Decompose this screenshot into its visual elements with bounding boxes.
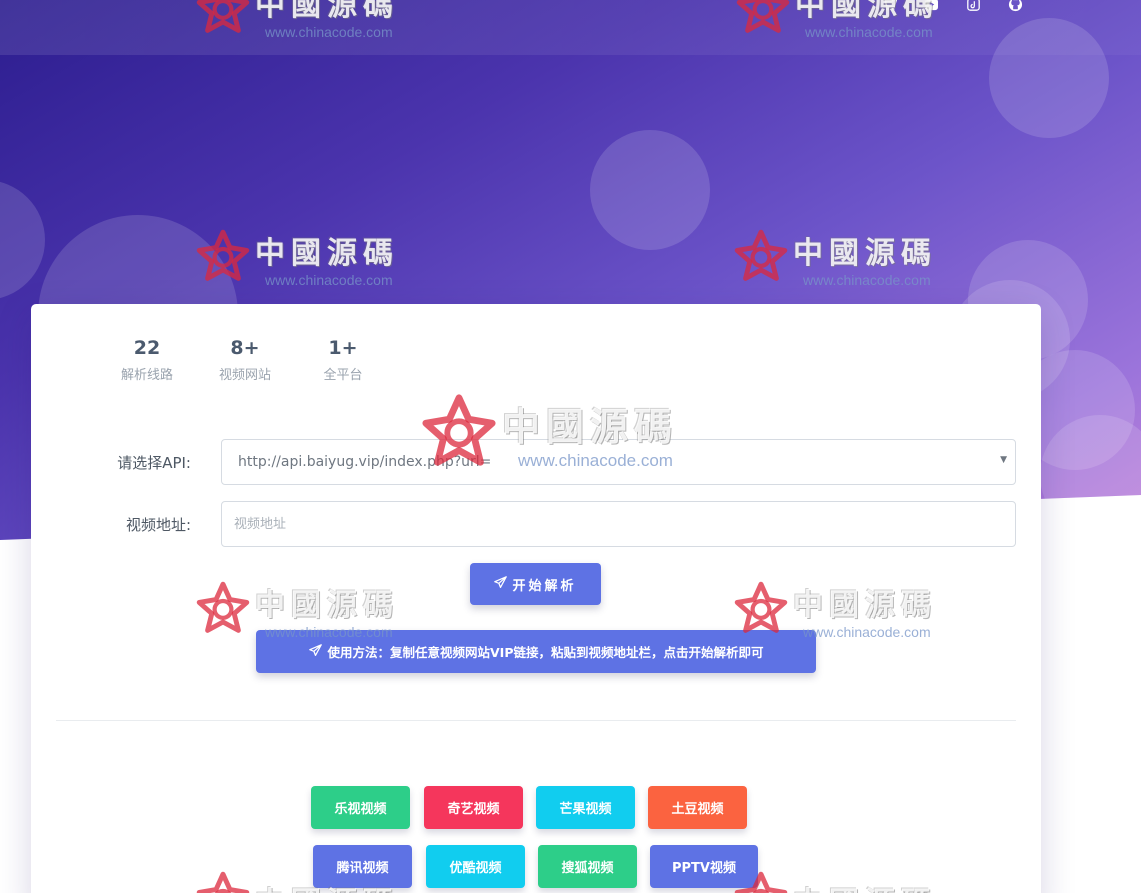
site-button-label: 芒果视频	[559, 802, 612, 817]
stat-value: 1+	[328, 337, 358, 359]
decor-circle	[590, 130, 710, 250]
usage-alert: 使用方法：复制任意视频网站VIP链接，粘贴到视频地址栏，点击开始解析即可	[256, 630, 816, 673]
stat-sites: 8+ 视频网站	[217, 336, 273, 383]
page: 22 解析线路 8+ 视频网站 1+ 全平台 请选择API: http://ap…	[0, 0, 1141, 893]
site-button-pptv[interactable]: PPTV视频	[650, 845, 758, 888]
caret-down-icon: ▼	[1000, 455, 1007, 465]
paper-plane-icon	[308, 643, 322, 660]
site-button-label: 奇艺视频	[447, 802, 500, 817]
start-parse-label: 开始解析	[512, 578, 577, 594]
site-button-letv[interactable]: 乐视视频	[311, 786, 410, 829]
site-button-tudou[interactable]: 土豆视频	[648, 786, 747, 829]
site-button-sohu[interactable]: 搜狐视频	[538, 845, 637, 888]
stat-value: 8+	[230, 337, 260, 359]
site-button-youku[interactable]: 优酷视频	[426, 845, 525, 888]
site-button-label: 搜狐视频	[561, 861, 614, 876]
decor-circle	[0, 180, 45, 300]
api-select[interactable]: http://api.baiyug.vip/index.php?url= ▼	[221, 439, 1016, 485]
site-button-label: 乐视视频	[334, 802, 387, 817]
stat-label: 视频网站	[218, 368, 271, 383]
site-button-iqiyi[interactable]: 奇艺视频	[424, 786, 523, 829]
usage-text: 使用方法：复制任意视频网站VIP链接，粘贴到视频地址栏，点击开始解析即可	[327, 645, 764, 660]
stat-lines: 22 解析线路	[119, 336, 175, 383]
site-button-label: 腾讯视频	[336, 861, 389, 876]
stats-bar: 22 解析线路 8+ 视频网站 1+ 全平台	[119, 336, 371, 383]
site-button-label: PPTV视频	[672, 861, 736, 876]
tiktok-icon[interactable]	[965, 0, 981, 12]
stat-label: 全平台	[323, 368, 363, 383]
cart-icon[interactable]	[881, 0, 897, 12]
paper-plane-icon	[494, 575, 508, 593]
stat-platforms: 1+ 全平台	[315, 336, 371, 383]
api-row: 请选择API: http://api.baiyug.vip/index.php?…	[31, 439, 1016, 485]
stat-label: 解析线路	[120, 368, 173, 383]
api-selected-value: http://api.baiyug.vip/index.php?url=	[238, 454, 492, 470]
url-label: 视频地址:	[125, 515, 191, 534]
github-icon[interactable]	[1007, 0, 1023, 12]
api-label: 请选择API:	[117, 453, 191, 472]
site-button-label: 优酷视频	[449, 861, 502, 876]
decor-circle	[989, 18, 1109, 138]
site-button-label: 土豆视频	[671, 802, 724, 817]
top-nav-icons	[881, 0, 1023, 12]
site-button-mango[interactable]: 芒果视频	[536, 786, 635, 829]
video-url-input[interactable]	[221, 501, 1016, 547]
start-parse-button[interactable]: 开始解析	[470, 563, 601, 605]
youtube-icon[interactable]	[923, 0, 939, 12]
url-row: 视频地址:	[31, 501, 1016, 547]
site-button-tencent[interactable]: 腾讯视频	[313, 845, 412, 888]
parser-card: 22 解析线路 8+ 视频网站 1+ 全平台 请选择API: http://ap…	[31, 304, 1041, 893]
divider	[56, 720, 1016, 721]
stat-value: 22	[133, 337, 161, 359]
